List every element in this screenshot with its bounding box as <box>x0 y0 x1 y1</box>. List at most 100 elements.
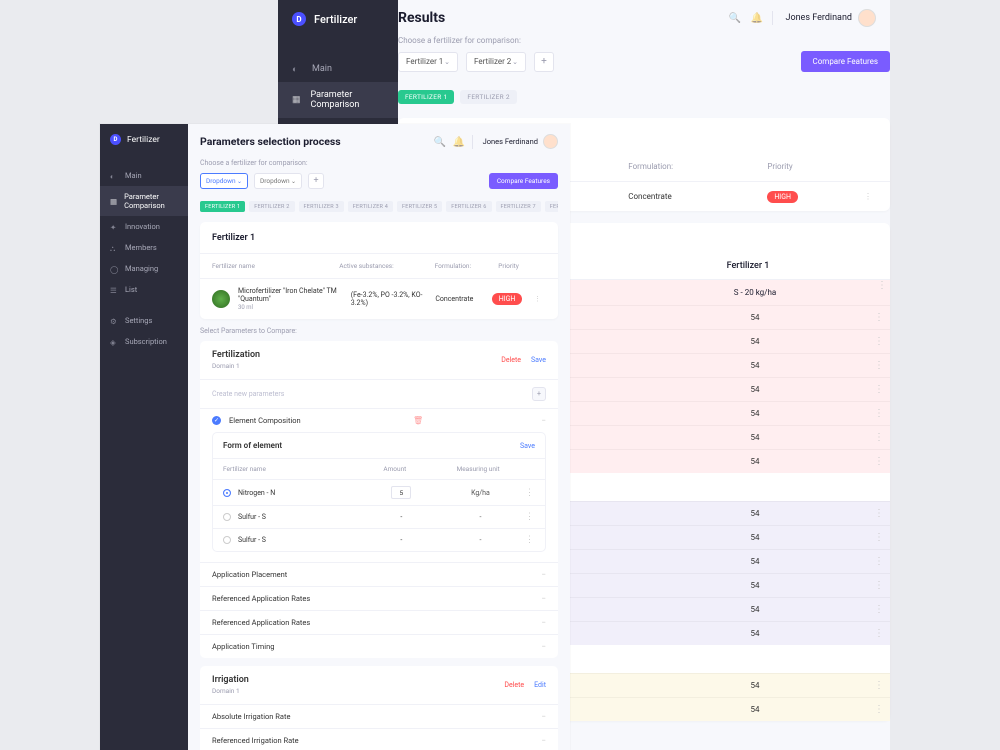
create-param-row: Create new parameters + <box>200 379 558 408</box>
add-fertilizer-button[interactable]: + <box>534 52 554 72</box>
chevron-down-icon: ⌄ <box>512 58 518 66</box>
tab[interactable]: FERTILIZER 4 <box>348 201 393 212</box>
param-row[interactable]: Referenced Application Rates− <box>200 586 558 610</box>
nav-managing[interactable]: ◯Managing <box>100 258 188 279</box>
nav-main[interactable]: ◐Main <box>278 56 398 82</box>
brand: D Fertilizer <box>278 0 398 38</box>
row-more-icon[interactable]: ⋮ <box>860 192 876 201</box>
row-more-icon[interactable]: ⋮ <box>534 295 546 303</box>
param-row[interactable]: Application Timing− <box>200 634 558 658</box>
nav-settings[interactable]: ⚙Settings <box>100 310 188 331</box>
row-more-icon[interactable]: ⋮ <box>874 456 890 467</box>
section-sub: Domain 1 <box>212 685 249 695</box>
cell-formulation: Concentrate <box>628 192 767 201</box>
tab[interactable]: FERTILIZER 7 <box>496 201 541 212</box>
row-more-icon[interactable]: ⋮ <box>874 628 890 639</box>
save-button[interactable]: Save <box>531 356 546 364</box>
user-menu[interactable]: Jones Ferdinand <box>785 9 876 27</box>
tab-fertilizer-1[interactable]: FERTILIZER 1 <box>398 90 454 104</box>
page-title: Results <box>398 10 445 26</box>
tab-fertilizer-2[interactable]: FERTILIZER 2 <box>460 90 516 104</box>
compare-features-button[interactable]: Compare Features <box>801 51 890 72</box>
add-button[interactable]: + <box>308 173 324 189</box>
edit-button[interactable]: Edit <box>534 681 546 689</box>
select-params-label: Select Parameters to Compare: <box>200 327 558 335</box>
param-row[interactable]: Absolute Irrigation Rate− <box>200 704 558 728</box>
grid-icon: ▦ <box>110 197 117 205</box>
param-row[interactable]: Application Placement− <box>200 562 558 586</box>
nav-subscription[interactable]: ◈Subscription <box>100 331 188 352</box>
nav-list[interactable]: ☰List <box>100 279 188 300</box>
row-more-icon[interactable]: ⋮ <box>874 360 890 371</box>
expand-icon: − <box>541 642 546 651</box>
row-more-icon[interactable]: ⋮ <box>874 336 890 347</box>
radio-icon[interactable] <box>223 536 231 544</box>
nav-innovation[interactable]: ✦Innovation <box>100 216 188 237</box>
row-more-icon[interactable]: ⋮ <box>874 280 890 305</box>
radio-on-icon[interactable] <box>223 489 231 497</box>
select-dropdown-2[interactable]: Dropdown⌄ <box>254 173 302 189</box>
row-more-icon[interactable]: ⋮ <box>874 384 890 395</box>
section-sub: Domain 1 <box>212 360 260 370</box>
collapse-icon[interactable]: − <box>541 416 546 425</box>
row-more-icon[interactable]: ⋮ <box>874 580 890 591</box>
tab[interactable]: FERTILIZER 6 <box>446 201 491 212</box>
search-icon[interactable]: 🔍 <box>728 13 738 23</box>
expand-icon: − <box>541 570 546 579</box>
brand: D Fertilizer <box>100 124 188 155</box>
select-fertilizer-2[interactable]: Fertilizer 2⌄ <box>466 52 526 72</box>
row-more-icon[interactable]: ⋮ <box>874 680 890 691</box>
row-more-icon[interactable]: ⋮ <box>874 408 890 419</box>
tab[interactable]: FERTILIZER 1 <box>200 201 245 212</box>
section-title: Fertilization <box>212 350 260 360</box>
nav-members[interactable]: ⛬Members <box>100 237 188 258</box>
tab[interactable]: FERTILIZER 8 <box>545 201 558 212</box>
checkbox-icon[interactable] <box>212 416 221 425</box>
row-more-icon[interactable]: ⋮ <box>525 512 535 522</box>
compare-features-button[interactable]: Compare Features <box>489 173 558 189</box>
user-name: Jones Ferdinand <box>785 13 852 23</box>
row-more-icon[interactable]: ⋮ <box>874 508 890 519</box>
row-more-icon[interactable]: ⋮ <box>525 535 535 545</box>
add-param-button[interactable]: + <box>532 387 546 401</box>
row-more-icon[interactable]: ⋮ <box>874 704 890 715</box>
row-more-icon[interactable]: ⋮ <box>525 488 535 498</box>
radio-icon[interactable] <box>223 513 231 521</box>
nav-main[interactable]: ◐Main <box>100 165 188 186</box>
row-more-icon[interactable]: ⋮ <box>874 556 890 567</box>
select-dropdown-1[interactable]: Dropdown⌄ <box>200 173 248 189</box>
expand-icon: − <box>541 712 546 721</box>
param-row[interactable]: Referenced Irrigation Rate− <box>200 728 558 750</box>
search-icon[interactable]: 🔍 <box>434 137 443 146</box>
select-row: Fertilizer 1⌄ Fertilizer 2⌄ + Compare Fe… <box>398 51 890 72</box>
param-row[interactable]: Referenced Application Rates− <box>200 610 558 634</box>
param-element-composition[interactable]: Element Composition 🗑 − <box>200 408 558 432</box>
row-more-icon[interactable]: ⋮ <box>874 532 890 543</box>
row-more-icon[interactable]: ⋮ <box>874 312 890 323</box>
gauge-icon: ◐ <box>110 172 118 180</box>
fertilizer-row: Microfertilizer "Iron Chelate" TM "Quant… <box>200 278 558 319</box>
tab[interactable]: FERTILIZER 5 <box>397 201 442 212</box>
delete-button[interactable]: Delete <box>504 681 524 689</box>
card-header: Fertilizer name Active substances: Formu… <box>200 253 558 278</box>
product-name: Microfertilizer "Iron Chelate" TM "Quant… <box>238 287 351 311</box>
select-fertilizer-1[interactable]: Fertilizer 1⌄ <box>398 52 458 72</box>
bell-icon[interactable]: 🔔 <box>453 137 462 146</box>
chevron-down-icon: ⌄ <box>444 58 450 66</box>
element-row: Sulfur - S -- ⋮ <box>213 528 545 551</box>
row-more-icon[interactable]: ⋮ <box>874 432 890 443</box>
delete-icon[interactable]: 🗑 <box>413 416 423 425</box>
tab[interactable]: FERTILIZER 2 <box>249 201 294 212</box>
nav-compare[interactable]: ▦Parameter Comparison <box>100 186 188 216</box>
nav-compare[interactable]: ▦Parameter Comparison <box>278 82 398 118</box>
gear-icon: ⚙ <box>110 317 118 325</box>
save-button[interactable]: Save <box>520 442 535 450</box>
fertilizer-card: Fertilizer 1 Fertilizer name Active subs… <box>200 222 558 319</box>
user-menu[interactable]: Jones Ferdinand <box>483 134 558 149</box>
fertilization-card: Fertilization Domain 1 Delete Save Creat… <box>200 341 558 658</box>
bell-icon[interactable]: 🔔 <box>750 13 760 23</box>
row-more-icon[interactable]: ⋮ <box>874 604 890 615</box>
tab[interactable]: FERTILIZER 3 <box>299 201 344 212</box>
delete-button[interactable]: Delete <box>501 356 521 364</box>
amount-input[interactable]: 5 <box>391 486 411 499</box>
